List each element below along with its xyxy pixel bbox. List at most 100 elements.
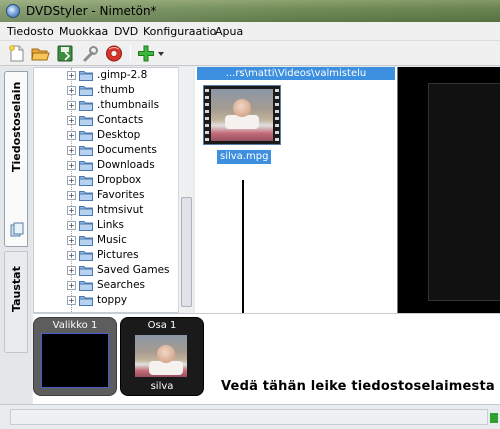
menu-konfiguraatio[interactable]: Konfiguraatio xyxy=(143,25,216,38)
tree-item[interactable]: + Pictures xyxy=(34,248,184,263)
tree-item-label: Saved Games xyxy=(97,264,170,276)
burn-disc-icon[interactable] xyxy=(104,44,124,63)
file-name-label[interactable]: silva.mpg xyxy=(217,150,272,164)
expand-icon[interactable]: + xyxy=(67,86,76,95)
tree-item-label: .thumbnails xyxy=(97,99,160,111)
wrench-icon[interactable] xyxy=(80,44,100,63)
folder-icon xyxy=(79,206,93,216)
folder-icon xyxy=(79,146,93,156)
tree-item[interactable]: + Documents xyxy=(34,143,184,158)
menu-preview[interactable] xyxy=(397,67,500,313)
tab-taustat-label: Taustat xyxy=(10,266,23,312)
expand-icon[interactable]: + xyxy=(67,251,76,260)
folder-icon xyxy=(79,236,93,246)
expand-icon[interactable]: + xyxy=(67,176,76,185)
titleset-area: Valikko 1 Osa 1 silva Vedä tähän leike t… xyxy=(33,313,500,404)
menu-tiedosto[interactable]: Tiedosto xyxy=(7,25,54,38)
expand-icon[interactable]: + xyxy=(67,266,76,275)
folder-icon xyxy=(79,296,93,306)
folder-icon xyxy=(79,176,93,186)
tree-item-label: htmsivut xyxy=(97,204,144,216)
tree-item[interactable]: + Music xyxy=(34,233,184,248)
status-field xyxy=(10,409,488,425)
tree-scrollbar[interactable] xyxy=(178,67,193,313)
tree-item[interactable]: + Favorites xyxy=(34,188,184,203)
toolbar xyxy=(0,41,500,66)
folder-icon xyxy=(79,251,93,261)
tree-item[interactable]: + Links xyxy=(34,218,184,233)
title-thumbnail xyxy=(129,332,193,380)
tree-item[interactable]: + .thumbnails xyxy=(34,98,184,113)
menu-card-title: Valikko 1 xyxy=(52,320,98,331)
expand-icon[interactable]: + xyxy=(67,281,76,290)
expand-icon[interactable]: + xyxy=(67,296,76,305)
status-bar xyxy=(0,404,500,429)
video-frame-image xyxy=(211,89,273,141)
tree-item-label: Links xyxy=(97,219,124,231)
save-icon[interactable] xyxy=(55,44,75,63)
open-folder-icon[interactable] xyxy=(30,44,50,63)
menu-card[interactable]: Valikko 1 xyxy=(33,317,117,396)
tree-item-label: Dropbox xyxy=(97,174,142,186)
folder-icon xyxy=(79,266,93,276)
expand-icon[interactable]: + xyxy=(67,191,76,200)
expand-icon[interactable]: + xyxy=(67,221,76,230)
tree-item-label: .gimp-2.8 xyxy=(97,69,148,81)
folder-icon xyxy=(79,86,93,96)
title-card[interactable]: Osa 1 silva xyxy=(120,317,204,396)
expand-icon[interactable]: + xyxy=(67,161,76,170)
title-card-caption: silva xyxy=(150,381,174,392)
tree-item[interactable]: + htmsivut xyxy=(34,203,184,218)
file-browser-icon xyxy=(10,222,24,237)
folder-icon xyxy=(79,131,93,141)
side-tab-strip: Tiedostoselain Taustat xyxy=(0,67,32,404)
folder-icon xyxy=(79,161,93,171)
window-title: DVDStyler - Nimetön* xyxy=(26,4,157,18)
tree-item[interactable]: + .thumb xyxy=(34,83,184,98)
expand-icon[interactable]: + xyxy=(67,146,76,155)
title-card-title: Osa 1 xyxy=(147,320,177,331)
file-browser-pane: ...rs\matti\Videos\valmistelu silva.mpg xyxy=(195,67,397,313)
tree-item[interactable]: + Downloads xyxy=(34,158,184,173)
folder-icon xyxy=(79,281,93,291)
video-thumbnail[interactable] xyxy=(203,85,281,145)
status-indicator xyxy=(490,413,498,423)
title-frame-image xyxy=(135,335,187,377)
tab-tiedostoselain[interactable]: Tiedostoselain xyxy=(4,71,28,247)
tree-item[interactable]: + .gimp-2.8 xyxy=(34,68,184,83)
expand-icon[interactable]: + xyxy=(67,101,76,110)
preview-canvas[interactable] xyxy=(428,83,500,301)
tree-item-label: Desktop xyxy=(97,129,141,141)
tree-item[interactable]: + Saved Games xyxy=(34,263,184,278)
menu-dvd[interactable]: DVD xyxy=(114,25,138,38)
tab-taustat[interactable]: Taustat xyxy=(4,251,28,353)
app-icon xyxy=(6,4,20,18)
menu-thumbnail xyxy=(41,333,109,388)
film-holes-left xyxy=(204,86,210,144)
tree-item-label: Favorites xyxy=(97,189,145,201)
file-tree[interactable]: + .gimp-2.8 + .thumb + .thumbnails + Contacts + D… xyxy=(33,67,193,313)
drag-hint-text: Vedä tähän leike tiedostoselaimesta xyxy=(221,379,495,394)
expand-icon[interactable]: + xyxy=(67,206,76,215)
tree-item[interactable]: + toppy xyxy=(34,293,184,308)
tree-item[interactable]: + Searches xyxy=(34,278,184,293)
tree-item-label: Downloads xyxy=(97,159,155,171)
folder-icon xyxy=(79,101,93,111)
scrollbar-thumb[interactable] xyxy=(181,197,192,307)
menu-muokkaa[interactable]: Muokkaa xyxy=(59,25,108,38)
folder-icon xyxy=(79,116,93,126)
new-document-icon[interactable] xyxy=(7,44,27,63)
film-holes-right xyxy=(274,86,280,144)
expand-icon[interactable]: + xyxy=(67,131,76,140)
expand-icon[interactable]: + xyxy=(67,71,76,80)
expand-icon[interactable]: + xyxy=(67,236,76,245)
expand-icon[interactable]: + xyxy=(67,116,76,125)
tree-item[interactable]: + Dropbox xyxy=(34,173,184,188)
tree-item[interactable]: + Desktop xyxy=(34,128,184,143)
folder-icon xyxy=(79,191,93,201)
tree-item[interactable]: + Contacts xyxy=(34,113,184,128)
add-plus-icon[interactable] xyxy=(136,44,156,63)
chevron-down-icon[interactable] xyxy=(156,44,166,63)
tree-item-label: Searches xyxy=(97,279,146,291)
menu-apua[interactable]: Apua xyxy=(215,25,243,38)
